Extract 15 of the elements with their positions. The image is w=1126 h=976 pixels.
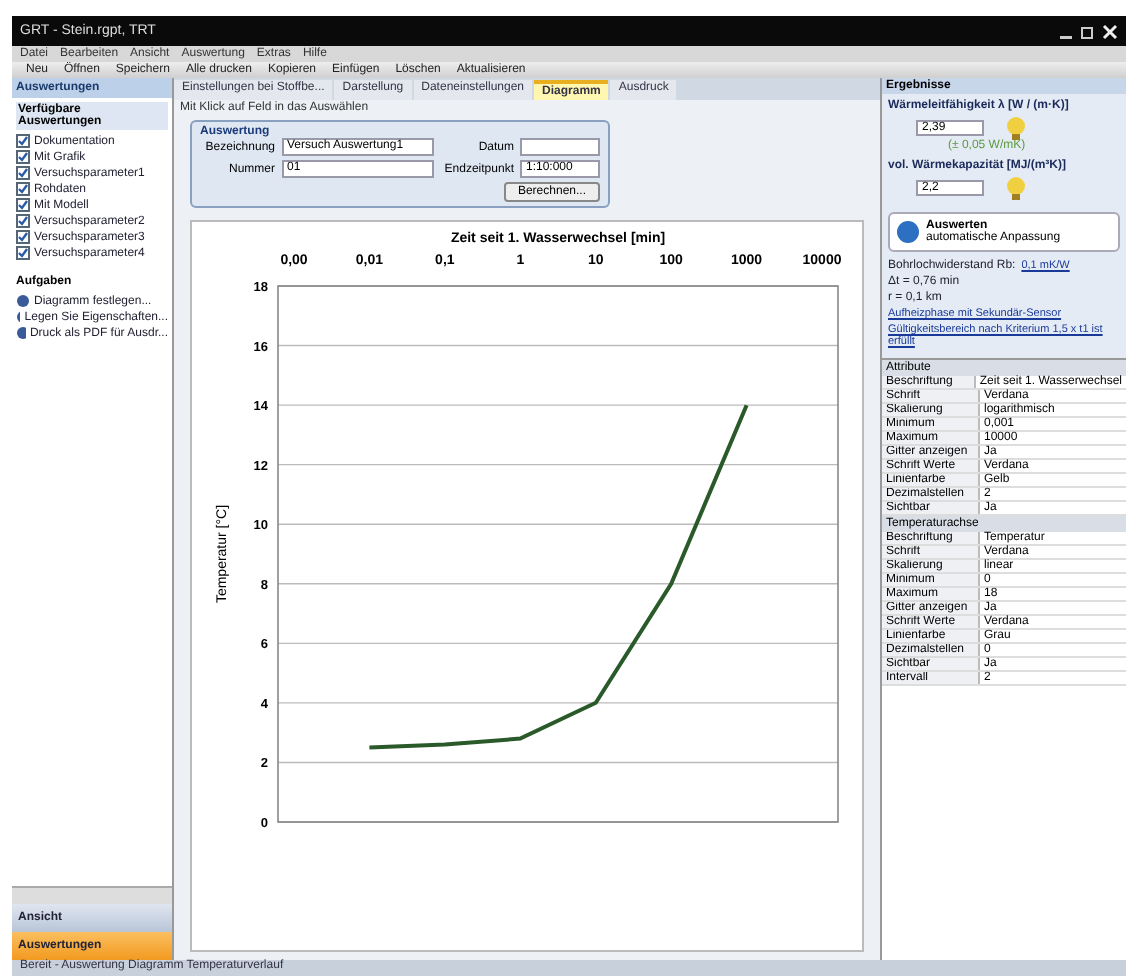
checkbox[interactable] [16, 166, 30, 180]
checkbox[interactable] [16, 246, 30, 260]
checkbox[interactable] [16, 230, 30, 244]
checkbox[interactable] [16, 214, 30, 228]
checkbox[interactable] [16, 134, 30, 148]
lightbulb-icon[interactable] [1004, 116, 1028, 140]
checkbox[interactable] [16, 150, 30, 164]
close-icon[interactable] [1102, 23, 1118, 39]
input-field[interactable] [520, 138, 600, 156]
info-icon [896, 220, 920, 244]
restore-icon[interactable] [1080, 23, 1096, 39]
checkbox[interactable] [16, 182, 30, 196]
scrollbar[interactable] [12, 886, 172, 904]
checkbox[interactable] [16, 198, 30, 212]
lightbulb-icon[interactable] [1004, 176, 1028, 200]
